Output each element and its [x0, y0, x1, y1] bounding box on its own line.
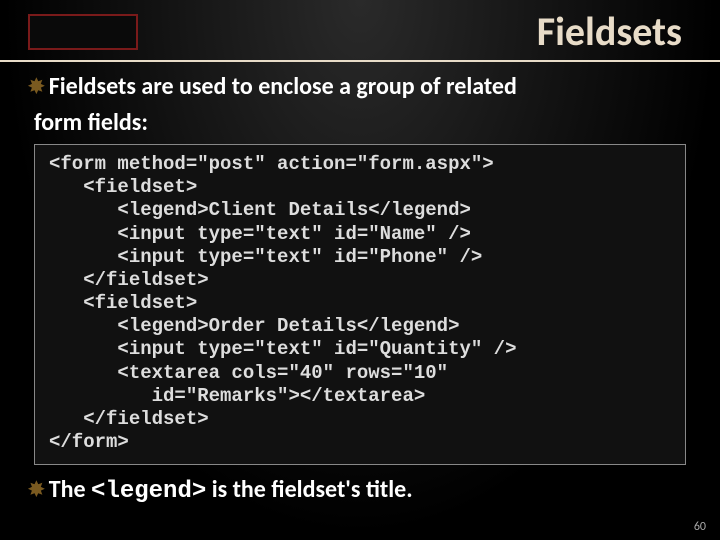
title-row: Fieldsets [0, 0, 720, 62]
logo-box [28, 14, 138, 50]
page-number: 60 [694, 520, 706, 534]
bullet-2: ✸The <legend> is the fieldset's title. [28, 475, 692, 507]
bullet-icon: ✸ [28, 478, 45, 503]
slide-title: Fieldsets [138, 12, 686, 52]
bullet-icon: ✸ [28, 75, 45, 100]
slide-content: ✸Fieldsets are used to enclose a group o… [0, 62, 720, 507]
bullet-1-cont: form fields: [34, 108, 692, 138]
code-block: <form method="post" action="form.aspx"> … [34, 144, 686, 465]
bullet-2-text-c: is the fieldset's title. [206, 475, 412, 504]
bullet-1-text-a: Fieldsets are used to enclose a group of… [49, 72, 517, 101]
bullet-1: ✸Fieldsets are used to enclose a group o… [28, 72, 692, 102]
bullet-1-text-b: form fields: [34, 108, 148, 137]
bullet-2-text-a: The [49, 475, 91, 504]
bullet-2-code: <legend> [91, 478, 206, 505]
